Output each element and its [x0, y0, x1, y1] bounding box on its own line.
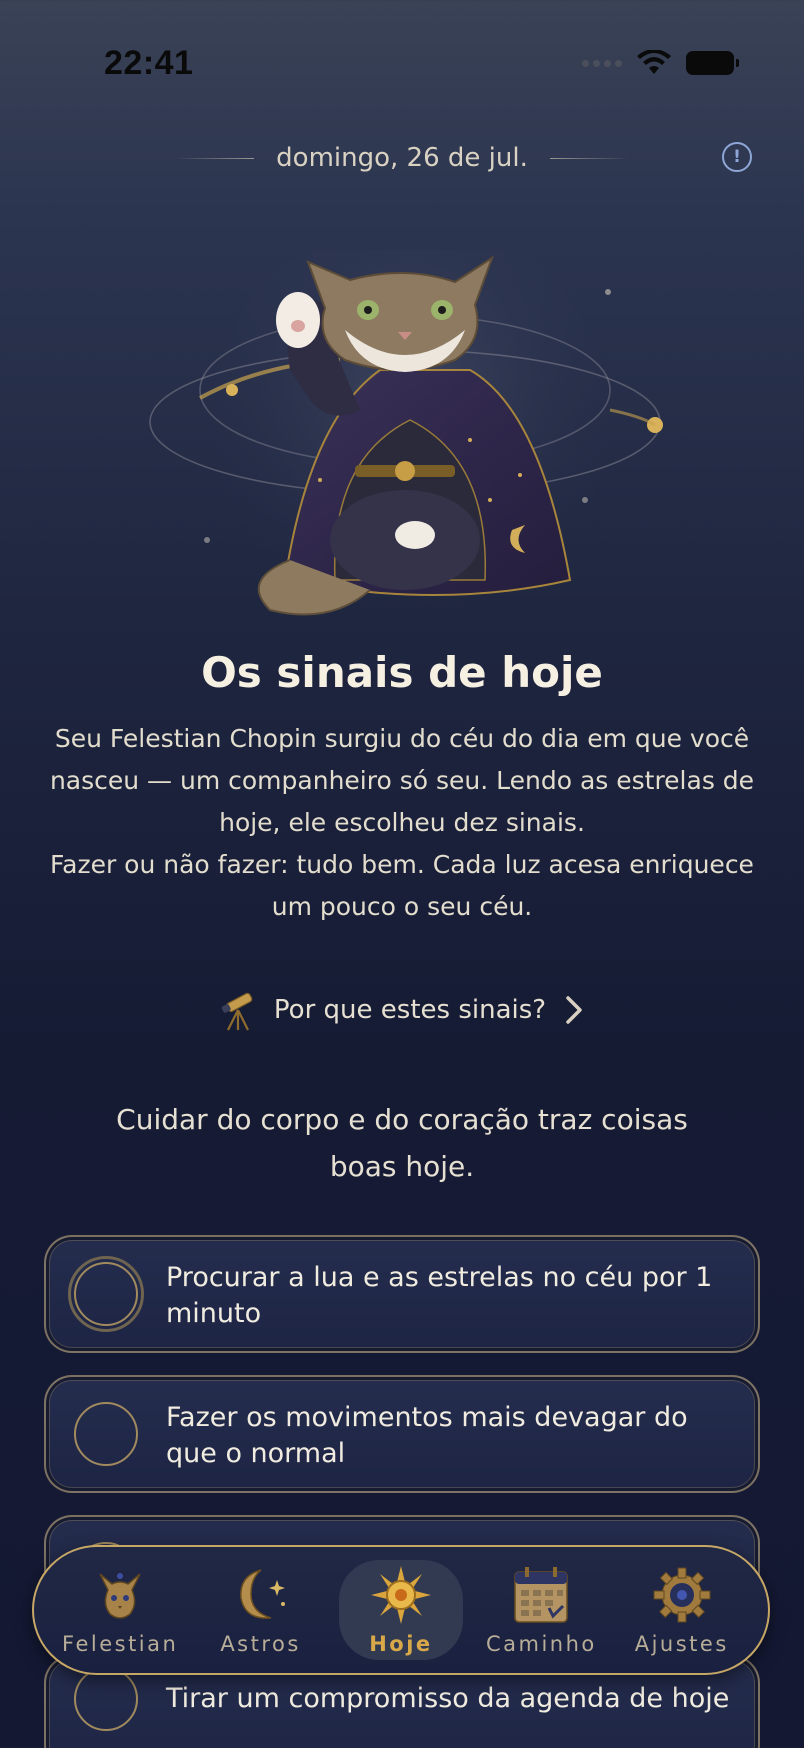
divider-right: [549, 157, 630, 159]
intro-paragraph-1: Seu Felestian Chopin surgiu do céu do di…: [49, 724, 755, 837]
task-checkbox[interactable]: [74, 1402, 138, 1466]
tab-felestian[interactable]: Felestian: [58, 1560, 182, 1660]
why-these-signs-link[interactable]: Por que estes sinais?: [0, 988, 804, 1032]
task-card[interactable]: Fazer os movimentos mais devagar do que …: [44, 1375, 760, 1493]
status-time: 22:41: [104, 44, 194, 82]
page-title: Os sinais de hoje: [201, 648, 603, 697]
task-label: Procurar a lua e as estrelas no céu por …: [166, 1262, 713, 1329]
tab-hoje[interactable]: Hoje: [338, 1560, 463, 1660]
why-link-label: Por que estes sinais?: [273, 995, 547, 1025]
chevron-right-icon: [566, 996, 582, 1024]
divider-left: [174, 157, 255, 159]
crescent-moon-icon: [239, 1569, 285, 1619]
cat-crest-icon: [99, 1573, 141, 1619]
date-label: domingo, 26 de jul.: [276, 143, 528, 173]
date-header: domingo, 26 de jul.: [0, 140, 804, 176]
info-icon: !: [733, 147, 741, 167]
tab-label: Felestian: [62, 1632, 179, 1656]
telescope-icon: [221, 992, 253, 1031]
task-checkbox[interactable]: [68, 1256, 144, 1332]
task-card[interactable]: Procurar a lua e as estrelas no céu por …: [44, 1235, 760, 1353]
tab-label: Ajustes: [634, 1632, 729, 1656]
tab-label: Caminho: [485, 1632, 597, 1656]
gear-icon: [653, 1567, 711, 1623]
felestian-cat-illustration: [149, 250, 663, 620]
tab-caminho[interactable]: Caminho: [479, 1560, 603, 1660]
tab-ajustes[interactable]: Ajustes: [620, 1560, 744, 1660]
tab-label: Hoje: [369, 1632, 433, 1656]
tab-label: Astros: [220, 1632, 301, 1656]
daily-subtitle: Cuidar do corpo e do coração traz coisas…: [116, 1103, 688, 1183]
sun-icon: [370, 1566, 431, 1624]
task-label: Fazer os movimentos mais devagar do que …: [166, 1402, 688, 1469]
task-label: Tirar um compromisso da agenda de hoje: [166, 1683, 730, 1714]
task-checkbox[interactable]: [74, 1667, 138, 1731]
status-icons: [582, 50, 739, 76]
calendar-icon: [514, 1567, 569, 1623]
battery-icon: [686, 51, 739, 75]
tab-astros[interactable]: Astros: [199, 1560, 323, 1660]
status-bar: 22:41: [0, 0, 804, 120]
intro-text: Seu Felestian Chopin surgiu do céu do di…: [40, 718, 764, 928]
intro-paragraph-2: Fazer ou não fazer: tudo bem. Cada luz a…: [50, 850, 754, 921]
info-button[interactable]: !: [722, 142, 752, 172]
wifi-icon: [637, 50, 671, 74]
cellular-signal-icon: [582, 59, 622, 67]
bottom-tab-bar: Felestian Astros Hoje Caminho Ajustes: [32, 1545, 770, 1675]
